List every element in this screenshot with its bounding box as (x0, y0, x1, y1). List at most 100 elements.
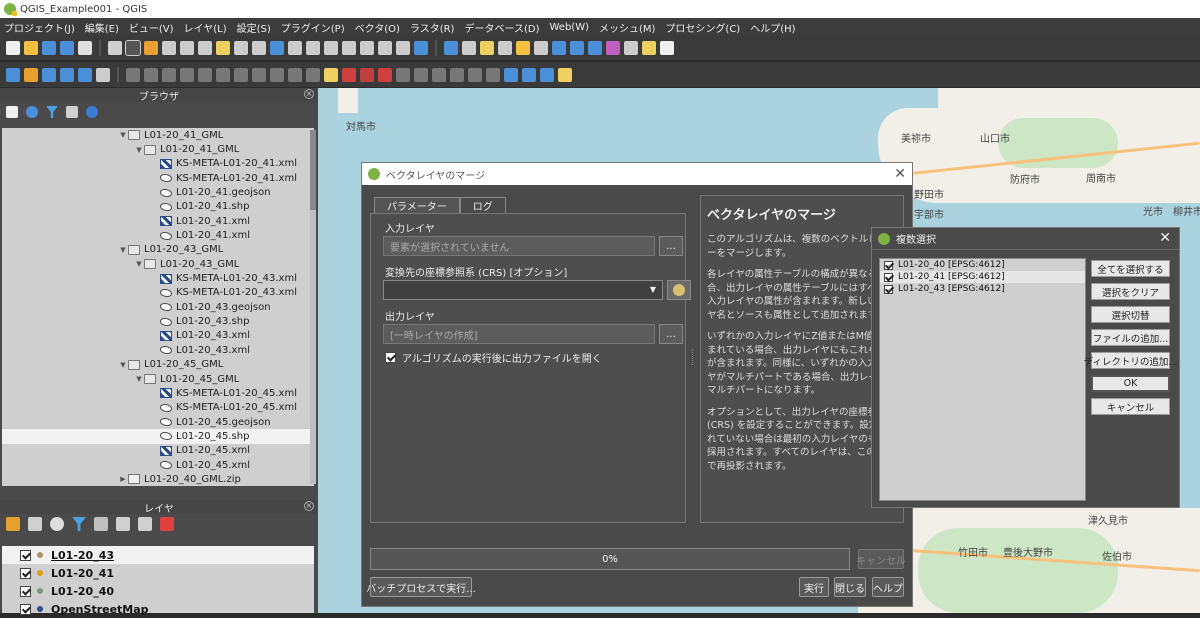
edit-tool-icon[interactable] (504, 67, 518, 82)
menu-item[interactable]: ヘルプ(H) (750, 20, 795, 35)
main-tool-icon[interactable] (216, 41, 230, 55)
add-directory-button[interactable]: ディレクトリの追加... (1084, 352, 1177, 369)
close-button[interactable]: 閉じる (834, 577, 866, 597)
scrollbar-thumb[interactable] (310, 130, 316, 210)
edit-tool-icon[interactable] (24, 67, 38, 82)
pan-hand-icon[interactable] (125, 40, 141, 56)
edit-tool-icon[interactable] (432, 67, 446, 82)
filter-expression-icon[interactable] (94, 517, 108, 531)
edit-tool-icon[interactable] (252, 67, 266, 82)
add-file-button[interactable]: ファイルの追加... (1091, 329, 1170, 346)
item-checkbox[interactable] (884, 284, 893, 294)
ok-button[interactable]: OK (1091, 375, 1170, 392)
edit-tool-icon[interactable] (60, 67, 74, 82)
edit-tool-icon[interactable] (270, 67, 284, 82)
browser-tree-item[interactable]: ▶ L01-20_40_GML.zip (2, 472, 314, 486)
browser-scrollbar[interactable] (310, 130, 316, 484)
layer-style-icon[interactable] (6, 517, 20, 531)
menu-item[interactable]: プロジェクト(J) (4, 20, 75, 35)
main-tool-icon[interactable] (480, 41, 494, 55)
browser-tree-item[interactable]: ▼ L01-20_45_GML (2, 358, 314, 372)
browser-tree-item[interactable]: KS-META-L01-20_45.xml (2, 401, 314, 415)
browser-tree-item[interactable]: ▼ L01-20_41_GML (2, 128, 314, 142)
selection-list-item[interactable]: L01-20_40 [EPSG:4612] (880, 259, 1085, 271)
menu-item[interactable]: 設定(S) (237, 20, 271, 35)
layer-visibility-checkbox[interactable] (20, 549, 31, 561)
browser-tree-item[interactable]: L01-20_41.shp (2, 200, 314, 214)
remove-layer-icon[interactable] (160, 517, 174, 531)
browser-tree-item[interactable]: L01-20_45.xml (2, 458, 314, 472)
main-tool-icon[interactable] (414, 41, 428, 55)
run-button[interactable]: 実行 (799, 577, 829, 597)
expand-arrow-icon[interactable]: ▼ (118, 361, 128, 369)
edit-tool-icon[interactable] (288, 67, 302, 82)
main-tool-icon[interactable] (108, 41, 122, 55)
browser-tree-item[interactable]: L01-20_43.xml (2, 329, 314, 343)
expand-arrow-icon[interactable]: ▼ (118, 131, 128, 139)
menu-item[interactable]: プラグイン(P) (281, 20, 345, 35)
main-tool-icon[interactable] (24, 41, 38, 55)
input-layers-browse-button[interactable]: ... (659, 236, 683, 256)
menu-item[interactable]: ビュー(V) (129, 20, 174, 35)
edit-tool-icon[interactable] (78, 67, 92, 82)
browser-tree-item[interactable]: ▼ L01-20_43_GML (2, 257, 314, 271)
browser-tree-item[interactable]: KS-META-L01-20_43.xml (2, 286, 314, 300)
input-layers-field[interactable]: 要素が選択されていません (383, 236, 655, 256)
main-tool-icon[interactable] (162, 41, 176, 55)
main-tool-icon[interactable] (234, 41, 248, 55)
edit-tool-icon[interactable] (360, 67, 374, 82)
browser-tree-item[interactable]: L01-20_43.geojson (2, 300, 314, 314)
menu-item[interactable]: プロセシング(C) (665, 20, 740, 35)
edit-tool-icon[interactable] (306, 67, 320, 82)
main-tool-icon[interactable] (396, 41, 410, 55)
edit-tool-icon[interactable] (144, 67, 158, 82)
layer-item[interactable]: L01-20_40 (2, 582, 314, 600)
cancel-button[interactable]: キャンセル (856, 549, 906, 569)
close-icon[interactable]: ✕ (1159, 230, 1171, 246)
browser-tree-item[interactable]: KS-META-L01-20_45.xml (2, 386, 314, 400)
refresh-icon[interactable] (26, 106, 38, 118)
menu-item[interactable]: メッシュ(M) (599, 20, 655, 35)
browser-tree-item[interactable]: L01-20_45.xml (2, 444, 314, 458)
main-tool-icon[interactable] (552, 41, 566, 55)
edit-tool-icon[interactable] (540, 67, 554, 82)
menu-item[interactable]: 編集(E) (85, 20, 119, 35)
filter-icon[interactable] (72, 517, 86, 531)
main-tool-icon[interactable] (360, 41, 374, 55)
select-all-button[interactable]: 全てを選択する (1091, 260, 1170, 277)
main-tool-icon[interactable] (78, 41, 92, 55)
crs-select[interactable]: ▼ (383, 280, 663, 300)
browser-tree-item[interactable]: KS-META-L01-20_41.xml (2, 171, 314, 185)
eye-icon[interactable] (50, 517, 64, 531)
layer-visibility-checkbox[interactable] (20, 567, 31, 579)
selection-list-item[interactable]: L01-20_41 [EPSG:4612] (880, 271, 1085, 283)
clear-selection-button[interactable]: 選択をクリア (1091, 283, 1170, 300)
collapse-all-icon[interactable] (138, 517, 152, 531)
output-layer-field[interactable]: [一時レイヤの作成] (383, 324, 655, 344)
menu-item[interactable]: レイヤ(L) (184, 20, 227, 35)
main-tool-icon[interactable] (516, 41, 530, 55)
edit-tool-icon[interactable] (324, 67, 338, 82)
edit-tool-icon[interactable] (414, 67, 428, 82)
edit-tool-icon[interactable] (522, 67, 536, 82)
browser-tree-item[interactable]: ▼ L01-20_45_GML (2, 372, 314, 386)
main-tool-icon[interactable] (252, 41, 266, 55)
tab-parameters[interactable]: パラメーター (374, 197, 460, 213)
browser-tree-item[interactable]: L01-20_43.xml (2, 343, 314, 357)
expand-arrow-icon[interactable]: ▼ (134, 375, 144, 383)
browser-tree-item[interactable]: ▼ L01-20_41_GML (2, 142, 314, 156)
collapse-all-icon[interactable] (66, 106, 78, 118)
edit-tool-icon[interactable] (6, 67, 20, 82)
main-tool-icon[interactable] (570, 41, 584, 55)
main-tool-icon[interactable] (642, 41, 656, 55)
selection-list-item[interactable]: L01-20_43 [EPSG:4612] (880, 283, 1085, 295)
edit-tool-icon[interactable] (198, 67, 212, 82)
browser-tree-item[interactable]: L01-20_41.xml (2, 214, 314, 228)
menu-item[interactable]: データベース(D) (464, 20, 539, 35)
edit-tool-icon[interactable] (96, 67, 110, 82)
layer-item[interactable]: L01-20_41 (2, 564, 314, 582)
tab-log[interactable]: ログ (459, 197, 506, 213)
splitter-handle[interactable] (692, 349, 696, 365)
item-checkbox[interactable] (884, 260, 893, 270)
main-tool-icon[interactable] (270, 41, 284, 55)
